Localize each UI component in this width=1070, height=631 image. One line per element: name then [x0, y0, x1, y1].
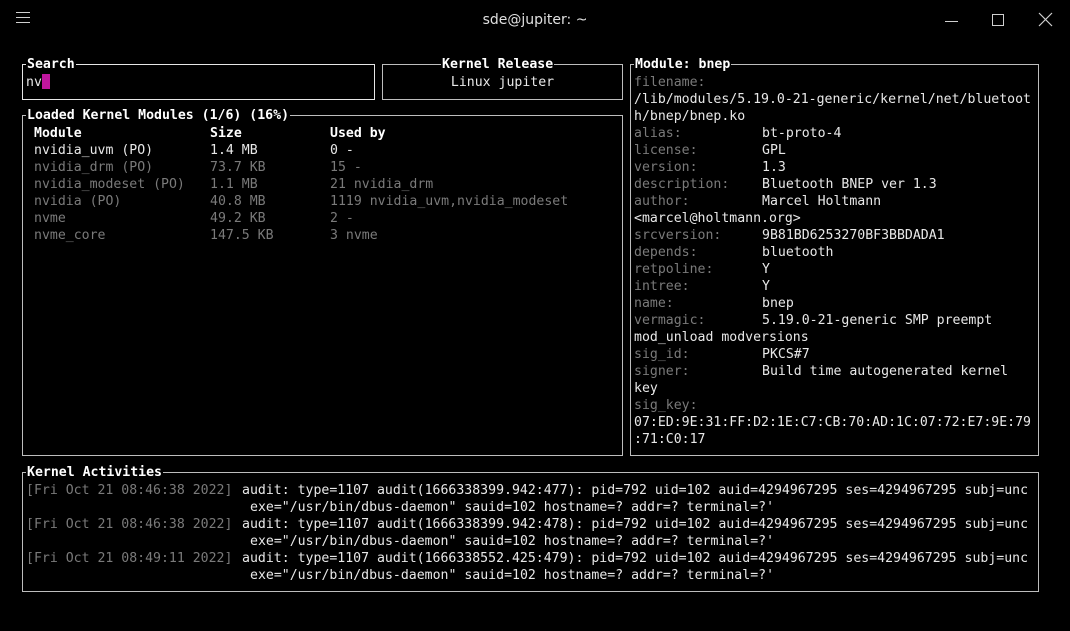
info-key: vermagic: — [634, 313, 706, 328]
search-input[interactable]: nv — [26, 74, 50, 91]
info-key: name: — [634, 296, 674, 311]
activity-message-cont: exe="/usr/bin/dbus-daemon" sauid=102 hos… — [250, 568, 775, 583]
table-row[interactable] — [23, 193, 622, 210]
info-key: srcversion: — [634, 228, 722, 243]
activity-timestamp: [Fri Oct 21 08:49:11 2022] — [26, 551, 233, 566]
maximize-icon[interactable] — [988, 10, 1008, 30]
search-title: Search — [26, 56, 76, 73]
kernel-release-panel: Kernel Release Linux jupiter — [382, 56, 623, 100]
minimize-icon[interactable] — [942, 10, 962, 30]
search-value: nv — [26, 75, 42, 90]
info-key: filename: — [634, 75, 706, 90]
search-panel: Search nv — [22, 56, 375, 100]
table-row[interactable] — [23, 227, 622, 244]
info-value: Build time autogenerated kernel — [762, 364, 1009, 379]
table-row[interactable] — [23, 159, 622, 176]
activity-timestamp: [Fri Oct 21 08:46:38 2022] — [26, 517, 233, 532]
module-info-panel: Module: bnep filename: /lib/modules/5.19.… — [630, 56, 1039, 456]
info-value: 5.19.0-21-generic SMP preempt — [762, 313, 993, 328]
info-value: Bluetooth BNEP ver 1.3 — [762, 177, 937, 192]
info-value: 07:ED:9E:31:FF:D2:1E:C7:CB:70:AD:1C:07:7… — [634, 415, 1031, 430]
column-header-size[interactable]: Size — [210, 125, 242, 142]
table-row[interactable] — [23, 142, 622, 159]
info-key: retpoline: — [634, 262, 714, 277]
info-value: PKCS#7 — [762, 347, 810, 362]
info-key: author: — [634, 194, 690, 209]
info-value: :71:C0:17 — [634, 432, 706, 447]
info-value: bt-proto-4 — [762, 126, 842, 141]
info-key: version: — [634, 160, 698, 175]
column-header-used-by[interactable]: Used by — [330, 125, 386, 142]
info-key: sig_key: — [634, 398, 698, 413]
kernel-release-title: Kernel Release — [441, 56, 555, 73]
table-row[interactable] — [23, 210, 622, 227]
text-cursor — [41, 74, 50, 89]
info-value: bluetooth — [762, 245, 834, 260]
kernel-activities-title: Kernel Activities — [26, 464, 163, 481]
kernel-activities-panel: Kernel Activities [Fri Oct 21 08:46:38 2… — [22, 464, 1039, 592]
activity-message: audit: type=1107 audit(1666338399.942:47… — [242, 517, 1029, 532]
activity-timestamp: [Fri Oct 21 08:46:38 2022] — [26, 483, 233, 498]
modules-panel: Loaded Kernel Modules (1/6) (16%) Module… — [22, 107, 623, 456]
info-key: depends: — [634, 245, 698, 260]
info-value: Y — [762, 262, 770, 277]
info-value: mod_unload modversions — [634, 330, 809, 345]
column-header-module[interactable]: Module — [34, 125, 82, 142]
info-key: sig_id: — [634, 347, 690, 362]
info-value: Marcel Holtmann — [762, 194, 882, 209]
info-value: <marcel@holtmann.org> — [634, 211, 801, 226]
info-value: key — [634, 381, 658, 396]
table-row[interactable] — [23, 176, 622, 193]
modules-title: Loaded Kernel Modules (1/6) (16%) — [26, 107, 291, 124]
info-value: 9B81BD6253270BF3BBDADA1 — [762, 228, 945, 243]
info-value: Y — [762, 279, 770, 294]
module-info-title: Module: bnep — [634, 56, 732, 73]
info-key: intree: — [634, 279, 690, 294]
kernel-release-value: Linux jupiter — [450, 75, 555, 90]
activity-message: audit: type=1107 audit(1666338399.942:47… — [242, 483, 1029, 498]
info-value: GPL — [762, 143, 786, 158]
info-value: 1.3 — [762, 160, 786, 175]
info-key: alias: — [634, 126, 682, 141]
info-key: description: — [634, 177, 730, 192]
terminal-titlebar: sde@jupiter: ~ — [0, 0, 1070, 42]
info-key: signer: — [634, 364, 690, 379]
info-key: license: — [634, 143, 698, 158]
info-value: /lib/modules/5.19.0-21-generic/kernel/ne… — [634, 92, 1031, 107]
activity-message-cont: exe="/usr/bin/dbus-daemon" sauid=102 hos… — [250, 534, 775, 549]
activity-message: audit: type=1107 audit(1666338552.425:47… — [242, 551, 1029, 566]
info-value: bnep — [762, 296, 794, 311]
info-value: h/bnep/bnep.ko — [634, 109, 746, 124]
close-icon[interactable] — [1036, 10, 1056, 30]
activity-message-cont: exe="/usr/bin/dbus-daemon" sauid=102 hos… — [250, 500, 775, 515]
window-title: sde@jupiter: ~ — [482, 12, 588, 28]
